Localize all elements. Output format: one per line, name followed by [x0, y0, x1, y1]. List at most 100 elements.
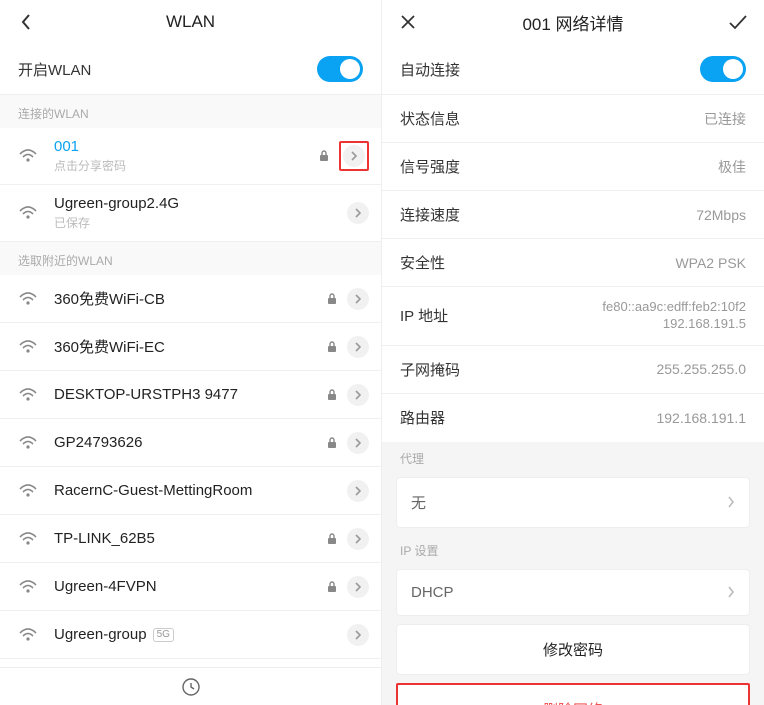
wifi-detail-button[interactable]	[347, 202, 369, 224]
wifi-item[interactable]: Ugreen-4FVPN	[0, 563, 381, 611]
wifi-icon	[18, 436, 38, 450]
ipconf-option[interactable]: DHCP	[396, 569, 750, 616]
wifi-name: Ugreen-4FVPN	[54, 578, 325, 595]
close-button[interactable]	[386, 0, 430, 44]
wifi-icon	[18, 484, 38, 498]
wifi-name: Ugreen-group5G	[54, 626, 347, 643]
wifi-icon	[18, 388, 38, 402]
lock-icon	[325, 437, 339, 449]
chevron-right-icon	[350, 151, 358, 161]
wifi-icon	[18, 580, 38, 594]
delete-network-button[interactable]: 删除网络	[398, 685, 748, 705]
wifi-item[interactable]: RacernC-Guest-MettingRoom	[0, 467, 381, 515]
ip-line1: fe80::aa9c:edff:feb2:10f2	[602, 299, 746, 314]
wifi-item[interactable]: DESKTOP-URSTPH3 9477	[0, 371, 381, 419]
close-icon	[400, 14, 416, 30]
wifi-detail-button[interactable]	[347, 624, 369, 646]
wlan-title: WLAN	[166, 12, 215, 32]
chevron-right-icon	[354, 208, 362, 218]
wifi-detail-button[interactable]	[347, 336, 369, 358]
clock-icon	[182, 678, 200, 696]
wifi-item[interactable]: Ugreen-group5G	[0, 611, 381, 659]
wifi-name: 001	[54, 138, 317, 155]
wifi-name: Ugreen-group2.4G	[54, 195, 347, 212]
wifi-detail-button[interactable]	[343, 145, 365, 167]
detail-title: 001 网络详情	[522, 10, 623, 35]
ip-value: fe80::aa9c:edff:feb2:10f2 192.168.191.5	[602, 299, 746, 333]
signal-row: 信号强度 极佳	[382, 143, 764, 191]
speed-label: 连接速度	[400, 204, 696, 225]
wifi-detail-button[interactable]	[347, 480, 369, 502]
chevron-right-icon	[354, 534, 362, 544]
chevron-right-icon	[727, 586, 735, 598]
nearby-list: 360免费WiFi-CB 360免费WiFi-EC DESKTOP-URSTPH3 …	[0, 275, 381, 659]
wifi-item-saved[interactable]: Ugreen-group2.4G 已保存	[0, 185, 381, 242]
lock-icon	[317, 150, 331, 162]
ip-line2: 192.168.191.5	[663, 316, 746, 331]
wifi-text: 360免费WiFi-EC	[54, 336, 325, 357]
wifi-text: Ugreen-4FVPN	[54, 578, 325, 595]
wifi-text: Ugreen-group2.4G 已保存	[54, 195, 347, 231]
wifi-name: RacernC-Guest-MettingRoom	[54, 482, 347, 499]
wifi-name: 360免费WiFi-CB	[54, 288, 325, 309]
detail-header: 001 网络详情	[382, 0, 764, 44]
wifi-detail-button[interactable]	[347, 384, 369, 406]
wifi-text: 360免费WiFi-CB	[54, 288, 325, 309]
proxy-option[interactable]: 无	[396, 477, 750, 528]
lock-icon	[325, 341, 339, 353]
wifi-item[interactable]: 360免费WiFi-EC	[0, 323, 381, 371]
back-button[interactable]	[4, 0, 48, 44]
wifi-icon	[18, 340, 38, 354]
wifi-icon	[18, 206, 38, 220]
wifi-text: DESKTOP-URSTPH3 9477	[54, 386, 325, 403]
status-row: 状态信息 已连接	[382, 95, 764, 143]
wifi-sub: 已保存	[54, 214, 347, 231]
detail-scroll[interactable]: 自动连接 状态信息 已连接 信号强度 极佳 连接速度 72Mbps 安全性 WP…	[382, 44, 764, 705]
chevron-left-icon	[20, 13, 32, 31]
ip-label: IP 地址	[400, 305, 602, 326]
lock-icon	[325, 581, 339, 593]
wifi-item-current[interactable]: 001 点击分享密码	[0, 128, 381, 185]
detail-pane: 001 网络详情 自动连接 状态信息 已连接 信号强度 极佳 连接速度 72Mb…	[382, 0, 764, 705]
wlan-scroll[interactable]: 开启WLAN 连接的WLAN 001 点击分享密码	[0, 44, 381, 667]
wifi-icon	[18, 149, 38, 163]
wlan-pane: WLAN 开启WLAN 连接的WLAN 001 点击分享密码	[0, 0, 382, 705]
lock-icon	[325, 533, 339, 545]
mask-value: 255.255.255.0	[656, 361, 746, 377]
wifi-icon	[18, 532, 38, 546]
wifi-detail-button[interactable]	[347, 288, 369, 310]
wifi-text: 001 点击分享密码	[54, 138, 317, 174]
security-value: WPA2 PSK	[675, 255, 746, 271]
check-icon	[728, 14, 748, 30]
modify-password-label: 修改密码	[543, 642, 603, 659]
signal-value: 极佳	[718, 157, 746, 177]
wifi-item[interactable]: TP-LINK_62B5	[0, 515, 381, 563]
auto-connect-row[interactable]: 自动连接	[382, 44, 764, 95]
ipconf-value: DHCP	[411, 584, 727, 601]
wifi-detail-button[interactable]	[347, 432, 369, 454]
modify-password-button[interactable]: 修改密码	[396, 624, 750, 675]
security-row: 安全性 WPA2 PSK	[382, 239, 764, 287]
router-label: 路由器	[400, 407, 656, 428]
chevron-right-icon	[354, 342, 362, 352]
confirm-button[interactable]	[716, 0, 760, 44]
wifi-item[interactable]: 360免费WiFi-CB	[0, 275, 381, 323]
wlan-toggle-row[interactable]: 开启WLAN	[0, 44, 381, 95]
wifi-name: 360免费WiFi-EC	[54, 336, 325, 357]
wifi-name: GP24793626	[54, 434, 325, 451]
detail-section: 自动连接 状态信息 已连接 信号强度 极佳 连接速度 72Mbps 安全性 WP…	[382, 44, 764, 442]
status-label: 状态信息	[400, 108, 704, 129]
auto-connect-toggle[interactable]	[700, 56, 746, 82]
speed-row: 连接速度 72Mbps	[382, 191, 764, 239]
chevron-right-icon	[354, 630, 362, 640]
wlan-header: WLAN	[0, 0, 381, 44]
signal-label: 信号强度	[400, 156, 718, 177]
wlan-toggle[interactable]	[317, 56, 363, 82]
wifi-detail-button[interactable]	[347, 528, 369, 550]
wifi-item[interactable]: GP24793626	[0, 419, 381, 467]
chevron-right-icon	[354, 390, 362, 400]
lock-icon	[325, 389, 339, 401]
auto-connect-label: 自动连接	[400, 59, 700, 80]
chevron-right-icon	[354, 582, 362, 592]
wifi-detail-button[interactable]	[347, 576, 369, 598]
